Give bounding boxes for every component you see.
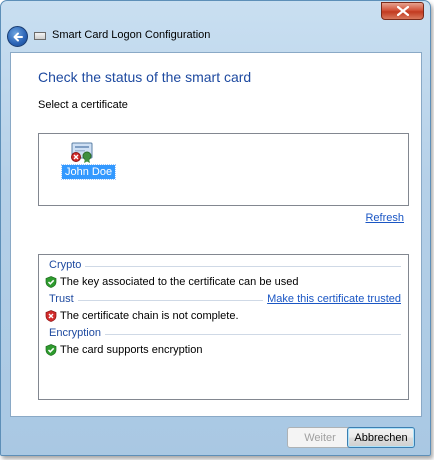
trust-status-text: The certificate chain is not complete.: [60, 310, 239, 322]
close-icon: [396, 6, 409, 16]
crypto-status-text: The key associated to the certificate ca…: [60, 276, 299, 288]
page-heading: Check the status of the smart card: [38, 69, 252, 85]
trust-header-label: Trust: [49, 293, 78, 305]
certificate-list[interactable]: John Doe: [38, 133, 409, 206]
make-trusted-link[interactable]: Make this certificate trusted: [263, 293, 401, 305]
encryption-header-label: Encryption: [49, 327, 105, 339]
cancel-button[interactable]: Abbrechen: [347, 427, 415, 448]
wizard-content: Check the status of the smart card Selec…: [10, 52, 422, 417]
encryption-status-text: The card supports encryption: [60, 344, 203, 356]
smart-card-reader-icon: [34, 32, 46, 40]
check-shield-icon: [45, 276, 57, 288]
window-title: Smart Card Logon Configuration: [52, 29, 211, 41]
crypto-section-header: Crypto: [49, 259, 401, 273]
button-bar: Weiter Abbrechen: [1, 417, 430, 455]
certificate-name: John Doe: [60, 164, 117, 180]
dialog-window: Smart Card Logon Configuration Check the…: [0, 0, 431, 456]
status-panel: Crypto The key associated to the certifi…: [38, 254, 409, 400]
crypto-status-line: The key associated to the certificate ca…: [45, 275, 298, 289]
select-certificate-label: Select a certificate: [38, 99, 128, 111]
crypto-header-label: Crypto: [49, 259, 86, 271]
check-shield-icon: [45, 344, 57, 356]
error-shield-icon: [45, 310, 57, 322]
certificate-error-icon: [71, 142, 93, 163]
encryption-status-line: The card supports encryption: [45, 343, 202, 357]
section-divider: [49, 266, 401, 267]
refresh-link[interactable]: Refresh: [365, 212, 404, 224]
trust-status-line: The certificate chain is not complete.: [45, 309, 239, 323]
encryption-section-header: Encryption: [49, 327, 401, 341]
trust-section-header: Trust Make this certificate trusted: [49, 293, 401, 307]
title-bar: Smart Card Logon Configuration: [1, 1, 430, 51]
next-button[interactable]: Weiter: [287, 427, 353, 448]
back-button[interactable]: [7, 26, 28, 47]
back-arrow-icon: [13, 32, 23, 41]
close-button[interactable]: [381, 2, 424, 20]
